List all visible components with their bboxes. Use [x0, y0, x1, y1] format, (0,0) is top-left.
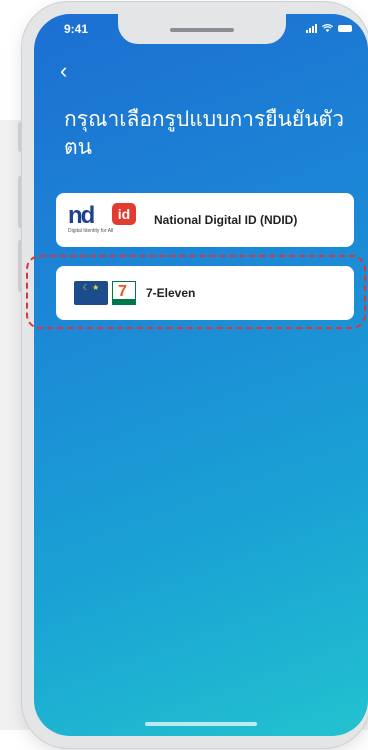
phone-screen: 9:41 ‹ กรุณาเลือกรูปแบบการยืนยันตัวตน nd…	[34, 14, 368, 736]
page-title: กรุณาเลือกรูปแบบการยืนยันตัวตน	[64, 108, 344, 159]
status-icons	[306, 23, 352, 33]
back-button[interactable]: ‹	[60, 60, 67, 82]
home-indicator	[145, 722, 257, 726]
speaker-grille	[170, 28, 234, 32]
notch	[118, 14, 286, 44]
battery-icon	[338, 24, 352, 32]
wifi-icon	[322, 23, 333, 32]
signal-icon	[306, 23, 317, 33]
option-ndid[interactable]: nd id Digital Identity for All National …	[56, 193, 354, 247]
selection-highlight	[26, 255, 366, 329]
ndid-logo: nd id Digital Identity for All	[68, 200, 142, 240]
option-label: National Digital ID (NDID)	[154, 213, 298, 227]
status-time: 9:41	[64, 22, 89, 36]
